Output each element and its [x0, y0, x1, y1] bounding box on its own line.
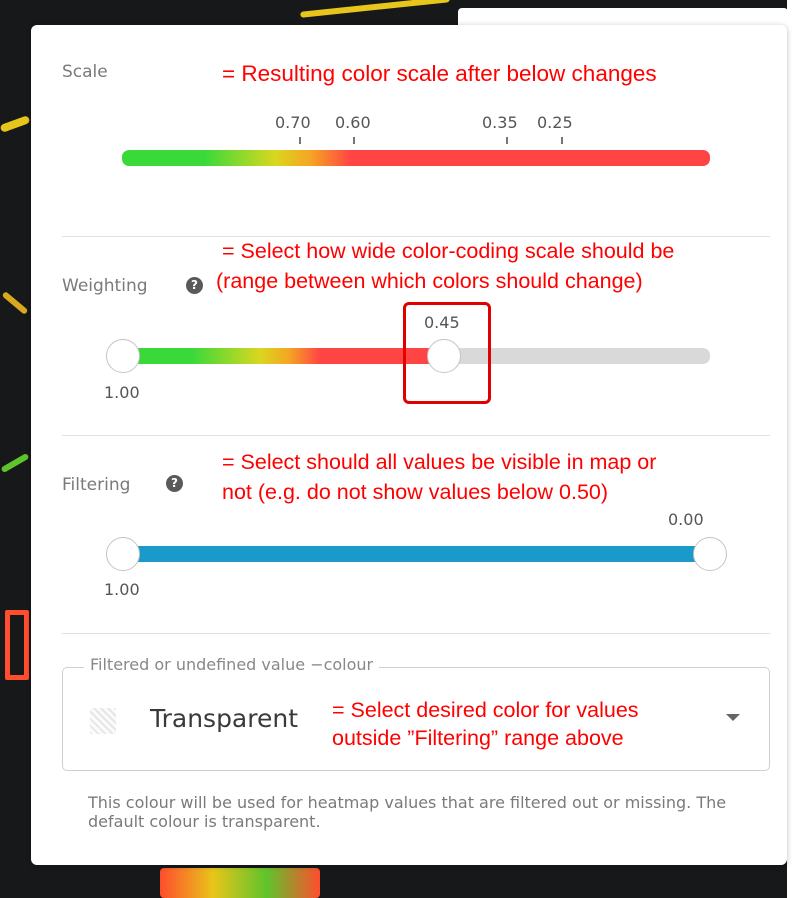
- scale-tick-mark: [353, 137, 355, 144]
- section-divider: [62, 435, 770, 436]
- undefined-colour-value[interactable]: Transparent: [150, 704, 298, 733]
- filtering-max-value: 0.00: [668, 510, 704, 529]
- filtering-max-thumb[interactable]: [693, 537, 727, 571]
- transparent-swatch-icon: [90, 708, 116, 734]
- weighting-annotation-line2: (range between which colors should chang…: [216, 269, 643, 293]
- scale-tick-label: 0.25: [537, 113, 573, 132]
- map-road: [5, 610, 29, 680]
- scale-tick-mark: [299, 137, 301, 144]
- filtering-annotation-line1: = Select should all values be visible in…: [222, 450, 657, 474]
- filtering-min-thumb[interactable]: [106, 537, 140, 571]
- section-divider: [62, 236, 770, 237]
- filtering-annotation-line2: not (e.g. do not show values below 0.50): [222, 480, 609, 504]
- chevron-down-icon[interactable]: [726, 714, 740, 721]
- scale-tick-mark: [506, 137, 508, 144]
- page-edge: [787, 0, 797, 898]
- scale-tick-mark: [561, 137, 563, 144]
- filtering-min-value: 1.00: [104, 580, 140, 599]
- question-circle-icon[interactable]: ?: [166, 475, 183, 492]
- color-scale-bar: [122, 150, 710, 166]
- weighting-min-value: 1.00: [104, 383, 140, 402]
- undefined-colour-legend: Filtered or undefined value −colour: [84, 655, 380, 674]
- scale-annotation: = Resulting color scale after below chan…: [222, 61, 657, 86]
- filtering-label: Filtering: [62, 475, 131, 495]
- scale-tick-label: 0.60: [335, 113, 371, 132]
- question-circle-icon[interactable]: ?: [186, 277, 203, 294]
- scale-label: Scale: [62, 62, 108, 82]
- undefined-colour-help-text: This colour will be used for heatmap val…: [88, 793, 727, 831]
- weighting-annotation-line1: = Select how wide color-coding scale sho…: [222, 239, 675, 263]
- map-road: [160, 868, 320, 898]
- filtering-fill: [122, 546, 710, 562]
- scale-tick-label: 0.35: [482, 113, 518, 132]
- scale-tick-label: 0.70: [275, 113, 311, 132]
- weighting-fill: [122, 348, 442, 364]
- undefined-colour-annotation-line1: = Select desired color for values: [332, 698, 639, 722]
- highlight-box: [403, 302, 491, 404]
- weighting-min-thumb[interactable]: [106, 339, 140, 373]
- weighting-label: Weighting: [62, 276, 148, 296]
- undefined-colour-annotation-line2: outside ”Filtering” range above: [332, 726, 624, 750]
- section-divider: [62, 633, 770, 634]
